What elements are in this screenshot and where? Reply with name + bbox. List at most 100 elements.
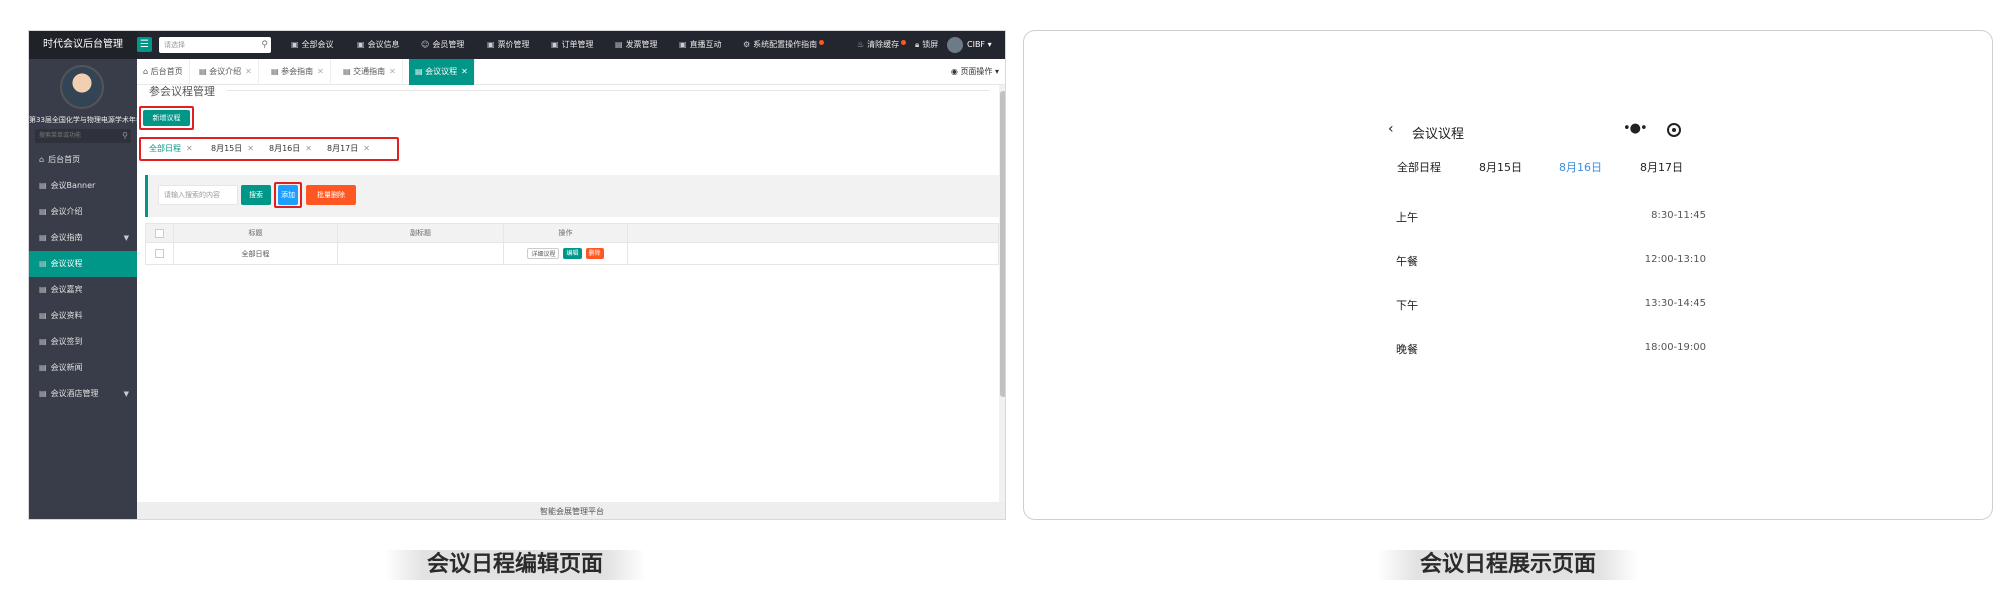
sidebar-item-agenda[interactable]: ▤ 会议议程 xyxy=(29,251,137,277)
close-icon[interactable]: ✕ xyxy=(305,144,312,153)
page-ops-label: 页面操作 xyxy=(960,67,993,76)
sidebar-item-home[interactable]: ⌂ 后台首页 xyxy=(29,147,137,173)
notification-dot xyxy=(901,40,907,45)
header-subtitle: 副标题 xyxy=(338,224,504,242)
date-tab-aug17[interactable]: 8月17日 ✕ xyxy=(327,143,370,154)
nav-all-meetings[interactable]: ▣ 全部会议 xyxy=(291,31,334,59)
divider xyxy=(227,90,989,91)
search-button[interactable]: 搜索 xyxy=(241,185,271,205)
nav-label: 会议信息 xyxy=(367,40,400,49)
tab-agenda[interactable]: ▤ 会议议程 ✕ xyxy=(409,59,475,85)
nav-tickets[interactable]: ▣ 票价管理 xyxy=(487,31,530,59)
tab-traffic[interactable]: ▤ 交通指南 ✕ xyxy=(337,59,403,85)
sidebar-item-label: 会议议程 xyxy=(50,259,83,268)
display-date-aug17[interactable]: 8月17日 xyxy=(1640,159,1683,175)
top-search-input[interactable]: 请选择 ⚲ xyxy=(159,37,271,53)
sidebar-item-guide[interactable]: ▤ 会议指南 ▼ xyxy=(29,225,137,251)
sidebar-item-label: 会议指南 xyxy=(50,233,83,242)
more-icon[interactable]: •●• xyxy=(1623,121,1648,136)
row-checkbox-cell[interactable] xyxy=(146,243,174,264)
tab-guide[interactable]: ▤ 参会指南 ✕ xyxy=(265,59,331,85)
display-date-aug16[interactable]: 8月16日 xyxy=(1559,159,1602,175)
footer: 智能会展管理平台 xyxy=(137,502,1005,519)
detail-button[interactable]: 详细议程 xyxy=(527,248,560,259)
sidebar-search-input[interactable]: 搜索菜单或功能 ⚲ xyxy=(35,129,131,143)
close-icon[interactable]: ✕ xyxy=(461,67,468,76)
file-icon: ▤ xyxy=(39,207,47,216)
header-title: 标题 xyxy=(174,224,338,242)
nav-system-config[interactable]: ⚙ 系统配置操作指南 xyxy=(743,31,825,59)
nav-clear-cache[interactable]: ♨ 清除缓存 xyxy=(857,31,907,59)
page-operations-menu[interactable]: ◉ 页面操作 ▾ xyxy=(951,59,999,85)
nav-label: 直播互动 xyxy=(689,40,722,49)
back-icon[interactable]: ‹ xyxy=(1388,121,1394,137)
sidebar-item-banner[interactable]: ▤ 会议Banner xyxy=(29,173,137,199)
search-input[interactable]: 请输入搜索的内容 xyxy=(158,185,238,205)
add-button[interactable]: 添加 xyxy=(278,185,298,205)
nav-live[interactable]: ▣ 直播互动 xyxy=(679,31,722,59)
close-icon[interactable]: ✕ xyxy=(245,67,252,76)
gear-icon: ⚙ xyxy=(743,40,751,49)
sidebar-item-label: 会议资料 xyxy=(50,311,83,320)
sidebar-item-materials[interactable]: ▤ 会议资料 xyxy=(29,303,137,329)
nav-label: 订单管理 xyxy=(561,40,594,49)
chevron-down-icon: ▾ xyxy=(992,67,999,76)
sidebar-item-label: 会议Banner xyxy=(50,181,96,190)
date-tab-aug16[interactable]: 8月16日 ✕ xyxy=(269,143,312,154)
nav-invoices[interactable]: ▤ 发票管理 xyxy=(615,31,658,59)
tab-intro[interactable]: ▤ 会议介绍 ✕ xyxy=(193,59,259,85)
nav-meeting-info[interactable]: ▣ 会议信息 xyxy=(357,31,400,59)
sidebar-item-guests[interactable]: ▤ 会议嘉宾 xyxy=(29,277,137,303)
nav-orders[interactable]: ▣ 订单管理 xyxy=(551,31,594,59)
file-icon: ▤ xyxy=(343,67,354,76)
table-row: 全部日程 详细议程 编辑 删除 xyxy=(145,243,999,265)
user-menu[interactable]: CIBF ▾ xyxy=(967,31,992,59)
nav-lock-screen[interactable]: 🔒︎ 锁屏 xyxy=(915,31,938,59)
select-all-checkbox[interactable] xyxy=(146,224,174,242)
avatar[interactable] xyxy=(947,37,963,53)
file-icon: ▤ xyxy=(271,67,282,76)
sidebar-item-label: 后台首页 xyxy=(48,155,81,164)
close-icon[interactable]: ✕ xyxy=(363,144,370,153)
sidebar-item-hotel[interactable]: ▤ 会议酒店管理 ▼ xyxy=(29,381,137,407)
sidebar-item-label: 会议酒店管理 xyxy=(50,389,99,398)
close-icon[interactable]: ✕ xyxy=(317,67,324,76)
display-date-aug15[interactable]: 8月15日 xyxy=(1479,159,1522,175)
display-date-all[interactable]: 全部日程 xyxy=(1397,159,1441,175)
scrollbar-thumb[interactable] xyxy=(1000,91,1005,397)
slot-time: 8:30-11:45 xyxy=(1651,210,1706,221)
admin-screenshot: 时代会议后台管理 ☰ 请选择 ⚲ ▣ 全部会议 ▣ 会议信息 ☺ 会员管理 ▣ 票价管理… xyxy=(28,30,1006,520)
new-schedule-button[interactable]: 新增议程 xyxy=(143,110,190,126)
file-icon: ▤ xyxy=(39,181,47,190)
file-icon: ▣ xyxy=(487,40,495,49)
checkbox[interactable] xyxy=(155,228,164,238)
date-tab-aug15[interactable]: 8月15日 ✕ xyxy=(211,143,254,154)
sidebar-search-placeholder: 搜索菜单或功能 xyxy=(39,132,82,139)
menu-toggle-icon[interactable]: ☰ xyxy=(137,37,152,52)
file-icon: ▣ xyxy=(357,40,365,49)
sidebar-item-intro[interactable]: ▤ 会议介绍 xyxy=(29,199,137,225)
nav-label: 票价管理 xyxy=(497,40,530,49)
nav-members[interactable]: ☺ 会员管理 xyxy=(421,31,464,59)
sidebar-item-news[interactable]: ▤ 会议新闻 xyxy=(29,355,137,381)
chevron-down-icon: ▼ xyxy=(123,390,129,398)
checkbox[interactable] xyxy=(155,249,164,258)
close-icon[interactable]: ✕ xyxy=(186,144,193,153)
file-icon: ▣ xyxy=(679,40,687,49)
nav-label: 清除缓存 xyxy=(867,40,900,49)
close-icon[interactable]: ✕ xyxy=(389,67,396,76)
main-content: 参会议程管理 新增议程 全部日程 ✕ 8月15日 ✕ 8月16日 ✕ 8月17日 ✕ 请… xyxy=(137,85,999,502)
delete-button[interactable]: 删除 xyxy=(585,248,604,259)
target-icon[interactable] xyxy=(1667,123,1681,137)
sidebar-item-checkin[interactable]: ▤ 会议签到 xyxy=(29,329,137,355)
conference-name: 第33届全国化学与物理电源学术年会 xyxy=(29,116,143,124)
edit-button[interactable]: 编辑 xyxy=(563,248,582,259)
close-icon[interactable]: ✕ xyxy=(247,144,254,153)
tab-home[interactable]: ⌂ 后台首页 xyxy=(137,59,190,85)
tab-label: 后台首页 xyxy=(150,67,183,76)
highlight-date-tabs: 全部日程 ✕ 8月15日 ✕ 8月16日 ✕ 8月17日 ✕ xyxy=(139,137,399,161)
file-icon: ▣ xyxy=(291,40,299,49)
batch-delete-button[interactable]: 批量删除 xyxy=(306,185,356,205)
date-tab-all[interactable]: 全部日程 ✕ xyxy=(149,143,193,154)
sidebar-item-label: 会议签到 xyxy=(50,337,83,346)
